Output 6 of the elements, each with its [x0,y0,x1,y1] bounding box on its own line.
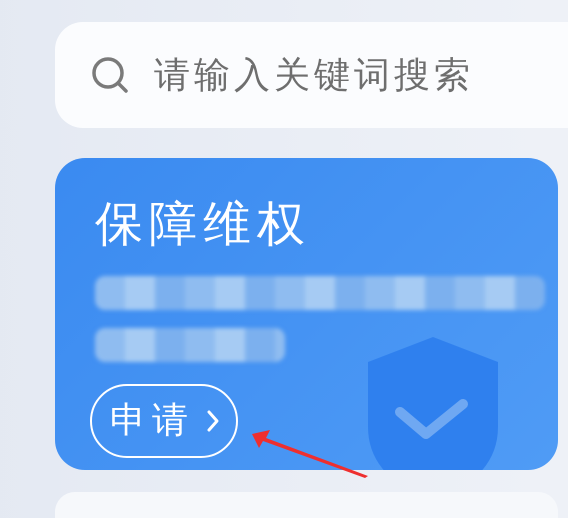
card-title: 保障维权 [95,196,312,254]
apply-button[interactable]: 申请 [90,384,238,458]
search-icon [90,55,130,95]
chevron-right-icon [206,408,220,433]
search-field[interactable]: 请输入关键词搜索 [152,54,568,96]
search-field[interactable]: 请输入关键词搜索 [55,22,568,128]
